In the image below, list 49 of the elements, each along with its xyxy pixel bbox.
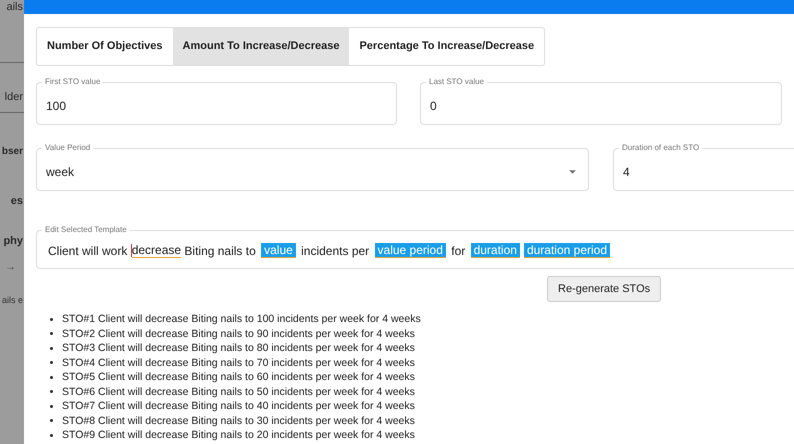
template-variable: value [261,243,296,258]
sidebar-text: bser [2,146,23,157]
sto-text: STO#1 Client will decrease Biting nails to 100 incidents per week for 4 weeks [62,313,421,326]
sidebar-text: ails [6,1,23,13]
sto-text: STO#3 Client will decrease Biting nails to 80 incidents per week for 4 weeks [62,342,415,354]
field-label: Duration of each STO [619,143,702,152]
field-value: 100 [46,98,66,112]
sidebar-text: phy [3,235,23,247]
field-value: week [46,164,74,178]
template-text: incidents per [300,244,370,258]
sto-text: STO#6 Client will decrease Biting nails to 50 incidents per week for 4 weeks [62,386,415,398]
sto-text: STO#7 Client will decrease Biting nails to 40 incidents per week for 4 weeks [62,400,415,412]
sto-text: STO#8 Client will decrease Biting nails to 30 incidents per week for 4 weeks [62,414,415,427]
field-value: 4 [623,164,630,178]
field-label: Last STO value [426,77,487,86]
sidebar-text: lder [4,91,23,103]
template-text: Client will work [48,244,128,258]
field-label: First STO value [42,77,104,86]
template-variable: value period [374,243,446,258]
sidebar-text: → [5,261,16,273]
bullet-icon [50,434,53,437]
template-text: decrease [132,243,182,258]
tab[interactable]: Number Of Objectives [37,28,173,65]
template-text: for [450,244,466,258]
field-value: 0 [430,98,437,112]
field-label: Edit Selected Template [42,225,130,234]
text-cursor [130,244,132,257]
bullet-icon [50,390,53,394]
sidebar-text: ails e [2,295,23,305]
sto-text: STO#5 Client will decrease Biting nails to 60 incidents per week for 4 weeks [62,371,415,384]
tab[interactable]: Amount To Increase/Decrease [172,28,350,65]
bullet-icon [50,419,53,422]
sto-text: STO#4 Client will decrease Biting nails to 70 incidents per week for 4 weeks [62,356,415,369]
bullet-icon [50,376,53,379]
template-variable: duration period [524,243,610,258]
bullet-icon [50,346,53,350]
bullet-icon [50,404,53,408]
sto-text: STO#2 Client will decrease Biting nails to 90 incidents per week for 4 weeks [62,328,415,340]
regenerate-button[interactable]: Re-generate STOs [547,276,662,302]
dropdown-caret-icon [569,170,576,174]
sto-text: STO#9 Client will decrease Biting nails to 20 incidents per week for 4 weeks [62,429,415,442]
field-label: Value Period [42,143,94,152]
bullet-icon [50,332,53,336]
bullet-icon [50,361,53,364]
bullet-icon [50,318,53,321]
template-text: Biting nails to [183,244,257,258]
template-variable: duration [470,243,520,258]
tab[interactable]: Percentage To Increase/Decrease [349,28,544,65]
sidebar-text: es [10,195,23,207]
